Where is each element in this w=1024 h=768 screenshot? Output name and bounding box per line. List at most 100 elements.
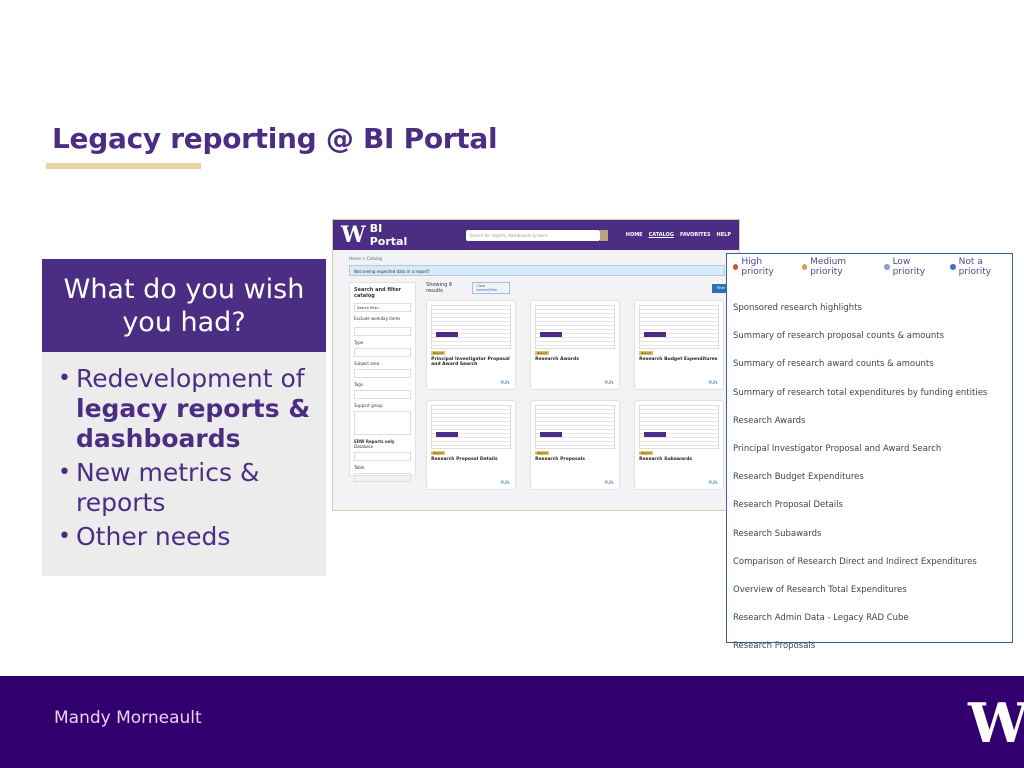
priority-item[interactable]: Overview of Research Total Expenditures — [733, 585, 1012, 613]
report-card[interactable]: Report Research Subawards RUN — [634, 400, 725, 490]
run-button[interactable]: RUN — [500, 480, 509, 485]
priority-legend: High priority Medium priority Low priori… — [727, 254, 1012, 277]
filter-search-input[interactable]: Search filter... — [354, 303, 412, 312]
run-button[interactable]: RUN — [708, 380, 717, 385]
priority-item[interactable]: Comparison of Research Direct and Indire… — [733, 557, 1012, 585]
filter-box[interactable] — [354, 327, 412, 336]
legend-dot — [733, 264, 739, 270]
report-card[interactable]: Report Research Proposal Details RUN — [426, 400, 517, 490]
nav-help[interactable]: HELP — [717, 232, 731, 238]
legend-label: Medium priority — [810, 257, 847, 277]
portal-nav: HOME CATALOG FAVORITES HELP — [626, 232, 731, 238]
report-tag: Report — [535, 351, 550, 355]
legend-dot — [950, 264, 956, 270]
portal-logo: W — [341, 222, 366, 248]
filter-box[interactable] — [354, 390, 412, 399]
filter-field: Support group — [354, 403, 383, 408]
results-header: Showing 6 results Clear search/filter Fi… — [426, 282, 739, 294]
alert-banner: Not seeing expected data in a report? — [349, 265, 725, 276]
uw-logo: W — [968, 691, 1024, 755]
wish-item-text: New metrics & reports — [76, 458, 260, 517]
priority-item[interactable]: Summary of research award counts & amoun… — [733, 359, 1012, 387]
report-thumbnail — [639, 305, 720, 349]
priority-panel: High priority Medium priority Low priori… — [726, 253, 1013, 651]
wish-item-text: Other needs — [76, 522, 231, 551]
report-thumbnail — [431, 305, 512, 349]
priority-item[interactable]: Research Admin Data - Legacy RAD Cube — [733, 613, 1012, 641]
wish-item: New metrics & reports — [56, 458, 316, 518]
title-underline — [46, 163, 201, 169]
legend-label: Not a priority — [958, 257, 992, 277]
legend-dot — [801, 264, 808, 270]
wish-item-text: Redevelopment of — [76, 364, 305, 393]
report-name: Research Subawards — [639, 457, 693, 462]
wish-item: Other needs — [56, 522, 316, 552]
run-button[interactable]: RUN — [500, 380, 509, 385]
report-tag: Report — [535, 451, 550, 455]
filter-box[interactable] — [354, 452, 412, 461]
legend-dot — [884, 264, 890, 270]
priority-item[interactable]: Principal Investigator Proposal and Awar… — [733, 444, 1012, 472]
report-thumbnail — [639, 405, 720, 449]
filter-box[interactable] — [354, 369, 412, 378]
nav-catalog[interactable]: CATALOG — [649, 232, 674, 238]
priority-item[interactable]: Research Proposal Details — [733, 500, 1012, 528]
wish-item: Redevelopment of legacy reports & dashbo… — [56, 364, 316, 454]
priority-item[interactable]: Research Budget Expenditures — [733, 472, 1012, 500]
priority-list: Sponsored research highlights Summary of… — [727, 277, 1012, 669]
report-card[interactable]: Report Principal Investigator Proposal an… — [426, 300, 517, 390]
filter-field: Database — [354, 444, 374, 449]
priority-item[interactable]: Sponsored research highlights — [733, 303, 1012, 331]
results-grid: Report Principal Investigator Proposal an… — [426, 300, 739, 490]
report-thumbnail — [535, 405, 616, 449]
report-name: Principal Investigator Proposal and Awar… — [431, 357, 510, 367]
report-thumbnail — [535, 305, 616, 349]
report-name: Research Budget Expenditures — [639, 357, 718, 362]
legend-high[interactable]: High priority — [733, 257, 792, 277]
filter-field: Subject area — [354, 361, 380, 366]
report-name: Research Proposals — [535, 457, 585, 462]
search-icon[interactable] — [599, 229, 608, 241]
nav-favorites[interactable]: FAVORITES — [680, 232, 711, 238]
portal-header: W BI Portal Search for reports, dashboar… — [333, 220, 739, 250]
priority-item[interactable]: Research Awards — [733, 416, 1012, 444]
legend-medium[interactable]: Medium priority — [801, 257, 875, 277]
report-tag: Report — [431, 351, 446, 355]
priority-item[interactable]: Summary of research proposal counts & am… — [733, 331, 1012, 359]
run-button[interactable]: RUN — [708, 480, 717, 485]
filter-field: Table — [354, 465, 365, 470]
priority-item[interactable]: Research Proposals — [733, 641, 1012, 669]
report-tag: Report — [639, 451, 654, 455]
report-tag: Report — [431, 451, 446, 455]
nav-home[interactable]: HOME — [626, 232, 643, 238]
bi-portal-screenshot: W BI Portal Search for reports, dashboar… — [332, 219, 740, 511]
portal-search-input[interactable]: Search for reports, dashboards & more — [465, 229, 600, 241]
wish-heading: What do you wish you had? — [42, 259, 326, 352]
filter-box[interactable] — [354, 473, 412, 482]
report-thumbnail — [431, 405, 512, 449]
filter-field[interactable]: Exclude workday items — [354, 316, 411, 321]
filter-box[interactable] — [354, 411, 412, 435]
portal-brand: BI Portal — [369, 222, 408, 248]
report-card[interactable]: Report Research Budget Expenditures RUN — [634, 300, 725, 390]
report-name: Research Awards — [535, 357, 579, 362]
priority-item[interactable]: Research Subawards — [733, 529, 1012, 557]
filter-box[interactable] — [354, 348, 412, 357]
filter-panel: Search and filter catalog Search filter.… — [349, 282, 417, 482]
wish-list: Redevelopment of legacy reports & dashbo… — [42, 352, 326, 552]
results-count: Showing 6 results — [426, 282, 453, 294]
wish-item-bold: legacy reports & dashboards — [76, 394, 311, 453]
report-name: Research Proposal Details — [431, 457, 498, 462]
slide: Legacy reporting @ BI Portal What do you… — [0, 0, 1024, 768]
run-button[interactable]: RUN — [604, 480, 613, 485]
priority-item[interactable]: Summary of research total expenditures b… — [733, 388, 1012, 416]
run-button[interactable]: RUN — [604, 380, 613, 385]
clear-filter-chip[interactable]: Clear search/filter — [472, 282, 511, 294]
slide-title: Legacy reporting @ BI Portal — [52, 122, 498, 155]
results-area: Showing 6 results Clear search/filter Fi… — [426, 282, 739, 490]
report-card[interactable]: Report Research Proposals RUN — [530, 400, 621, 490]
portal-body: Search and filter catalog Search filter.… — [333, 276, 739, 490]
legend-not[interactable]: Not a priority — [950, 257, 1012, 277]
report-card[interactable]: Report Research Awards RUN — [530, 300, 621, 390]
legend-low[interactable]: Low priority — [884, 257, 940, 277]
